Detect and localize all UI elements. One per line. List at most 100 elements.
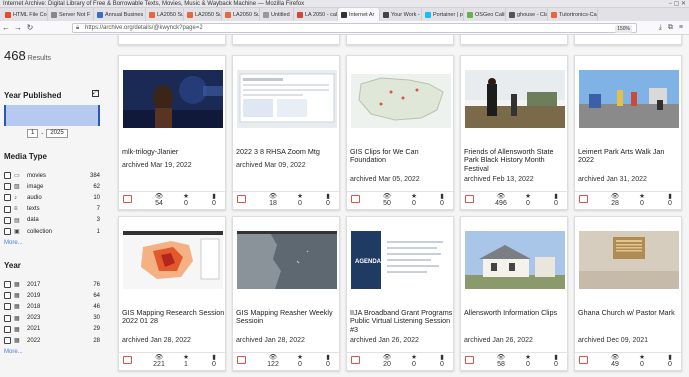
media-type-more-link[interactable]: More... bbox=[4, 240, 23, 246]
result-card[interactable]: Friends of Allensworth State Park Black … bbox=[460, 55, 569, 210]
browser-tab[interactable]: Annual Busines bbox=[94, 8, 146, 21]
browser-tab[interactable]: Your Work - bbox=[380, 8, 422, 21]
year-more-link[interactable]: More... bbox=[4, 349, 23, 355]
thumbnail-image bbox=[465, 70, 565, 128]
year-to-input[interactable]: 2025 bbox=[46, 129, 68, 138]
result-card[interactable]: Leimert Park Arts Walk Jan 2022 archived … bbox=[574, 55, 683, 210]
media-type-item[interactable]: ≡ texts 7 bbox=[4, 204, 100, 215]
card-title[interactable]: GIS Mapping Reasher Weekly Sessioin bbox=[236, 308, 340, 326]
media-type-item[interactable]: ▭ movies 384 bbox=[4, 170, 100, 181]
media-type-item[interactable]: ▣ collection 1 bbox=[4, 226, 100, 237]
card-thumbnail[interactable] bbox=[237, 231, 337, 289]
card-thumbnail[interactable] bbox=[579, 231, 679, 289]
card-title[interactable]: mlk-trilogy-Jlanier bbox=[122, 147, 226, 156]
result-card[interactable]: Ghana Church w/ Pastor Mark archived Dec … bbox=[574, 216, 683, 371]
year-item[interactable]: ▦ 2019 64 bbox=[4, 290, 100, 301]
media-type-item[interactable]: ▨ image 62 bbox=[4, 181, 100, 192]
browser-tab[interactable]: LA2050 Subr bbox=[184, 8, 222, 21]
card-title[interactable]: Ghana Church w/ Pastor Mark bbox=[578, 308, 682, 317]
results-count: 468 Results bbox=[4, 48, 51, 63]
browser-tab[interactable]: LA2050 Subr bbox=[222, 8, 260, 21]
facet-checkbox[interactable] bbox=[4, 303, 11, 311]
result-card[interactable]: Allensworth Information Clips archived Ja… bbox=[460, 216, 569, 371]
result-card[interactable]: AGENDA IIJA Broadband Grant Programs Publ… bbox=[346, 216, 455, 371]
card-thumbnail[interactable] bbox=[123, 70, 223, 128]
card-title[interactable]: IIJA Broadband Grant Programs Public Vir… bbox=[350, 308, 454, 334]
year-item[interactable]: ▦ 2022 28 bbox=[4, 335, 100, 346]
result-card[interactable] bbox=[346, 35, 454, 45]
result-card[interactable]: 3600 bbox=[232, 35, 340, 45]
tab-label: LA2050 Subr bbox=[233, 11, 260, 18]
facet-count: 7 bbox=[96, 206, 100, 213]
favs-stat-count: 0 bbox=[526, 361, 530, 368]
back-button[interactable]: ← bbox=[0, 23, 12, 32]
card-thumbnail[interactable] bbox=[123, 231, 223, 289]
year-histogram[interactable] bbox=[4, 105, 100, 126]
browser-tab[interactable]: Portainer | p bbox=[422, 8, 464, 21]
browser-tab[interactable]: Tutortronics-Cal bbox=[548, 8, 598, 21]
facet-checkbox[interactable] bbox=[4, 281, 11, 289]
result-card[interactable]: GIS Clips for We Can Foundation archived … bbox=[346, 55, 455, 210]
year-item[interactable]: ▦ 2023 30 bbox=[4, 313, 100, 324]
facet-checkbox[interactable] bbox=[4, 205, 11, 213]
facet-checkbox[interactable] bbox=[4, 216, 11, 224]
browser-tab[interactable]: LA 2050 - call bbox=[294, 8, 338, 21]
facet-checkbox[interactable] bbox=[4, 325, 11, 333]
download-icon[interactable]: ⤓ bbox=[659, 24, 662, 32]
facet-checkbox[interactable] bbox=[4, 228, 11, 236]
facet-checkbox[interactable] bbox=[4, 172, 11, 180]
year-item[interactable]: ▦ 2021 29 bbox=[4, 324, 100, 335]
result-card[interactable]: 3400 bbox=[118, 35, 226, 45]
media-type-list: ▭ movies 384 ▨ image 62 ♪ audio 10 ≡ texts 7 ▤ data 3 ▣… bbox=[4, 170, 100, 237]
favs-stat-count: 0 bbox=[412, 361, 416, 368]
expand-icon[interactable]: ⤢ bbox=[92, 90, 99, 97]
card-thumbnail[interactable] bbox=[465, 231, 565, 289]
views-stat: 👁︎ 54 bbox=[144, 193, 174, 207]
url-bar[interactable]: 🔒︎ https://archive.org/details/@kwynck?p… bbox=[72, 22, 637, 33]
media-type-item[interactable]: ♪ audio 10 bbox=[4, 192, 100, 203]
browser-tab[interactable]: OSGeo Califi bbox=[464, 8, 506, 21]
window-controls[interactable]: − ▢ ✕ bbox=[668, 0, 686, 7]
result-card[interactable]: 4000 bbox=[460, 35, 568, 45]
facet-checkbox[interactable] bbox=[4, 337, 11, 345]
card-title[interactable]: Allensworth Information Clips bbox=[464, 308, 568, 317]
card-date: archived Jan 31, 2022 bbox=[578, 176, 647, 183]
result-card[interactable]: 5900 bbox=[574, 35, 682, 45]
reload-button[interactable]: ↻ bbox=[24, 23, 36, 32]
facet-checkbox[interactable] bbox=[4, 194, 11, 202]
card-title[interactable]: GIS Mapping Research Session 2022 01 28 bbox=[122, 308, 226, 326]
browser-tab[interactable]: Internet Ar bbox=[338, 8, 380, 21]
card-thumbnail[interactable] bbox=[351, 70, 451, 128]
forward-button[interactable]: → bbox=[12, 23, 24, 32]
facet-checkbox[interactable] bbox=[4, 183, 11, 191]
card-title[interactable]: Leimert Park Arts Walk Jan 2022 bbox=[578, 147, 682, 165]
result-card[interactable]: 2022 3 8 RHSA Zoom Mtg archived Mar 09, 2… bbox=[232, 55, 341, 210]
browser-tab[interactable]: Untitled bbox=[260, 8, 294, 21]
extensions-icon[interactable]: ⧉ bbox=[668, 24, 673, 32]
browser-tab[interactable]: HTML File Co bbox=[2, 8, 48, 21]
browser-tab[interactable]: LA2050 Subr bbox=[146, 8, 184, 21]
result-card[interactable]: GIS Mapping Research Session 2022 01 28 a… bbox=[118, 216, 227, 371]
year-item[interactable]: ▦ 2017 76 bbox=[4, 279, 100, 290]
card-thumbnail[interactable] bbox=[237, 70, 337, 128]
reviews-stat-count: 0 bbox=[554, 361, 558, 368]
facet-count: 10 bbox=[93, 194, 100, 201]
card-stats-partial: 5900 bbox=[575, 35, 683, 36]
zoom-indicator[interactable]: 150% bbox=[615, 24, 632, 33]
year-from-input[interactable]: 1 bbox=[27, 129, 39, 138]
card-title[interactable]: Friends of Allensworth State Park Black … bbox=[464, 147, 568, 173]
facet-checkbox[interactable] bbox=[4, 314, 11, 322]
result-card[interactable]: GIS Mapping Reasher Weekly Sessioin archi… bbox=[232, 216, 341, 371]
year-item[interactable]: ▦ 2018 46 bbox=[4, 301, 100, 312]
result-card[interactable]: mlk-trilogy-Jlanier archived Mar 19, 2022… bbox=[118, 55, 227, 210]
card-title[interactable]: GIS Clips for We Can Foundation bbox=[350, 147, 454, 165]
card-title[interactable]: 2022 3 8 RHSA Zoom Mtg bbox=[236, 147, 340, 156]
facet-checkbox[interactable] bbox=[4, 292, 11, 300]
browser-tab[interactable]: ghouse - Cla bbox=[506, 8, 548, 21]
card-thumbnail[interactable] bbox=[465, 70, 565, 128]
card-thumbnail[interactable]: AGENDA bbox=[351, 231, 451, 289]
menu-icon[interactable]: ≡ bbox=[679, 24, 683, 32]
browser-tab[interactable]: Server Not F bbox=[48, 8, 94, 21]
card-thumbnail[interactable] bbox=[579, 70, 679, 128]
media-type-item[interactable]: ▤ data 3 bbox=[4, 215, 100, 226]
